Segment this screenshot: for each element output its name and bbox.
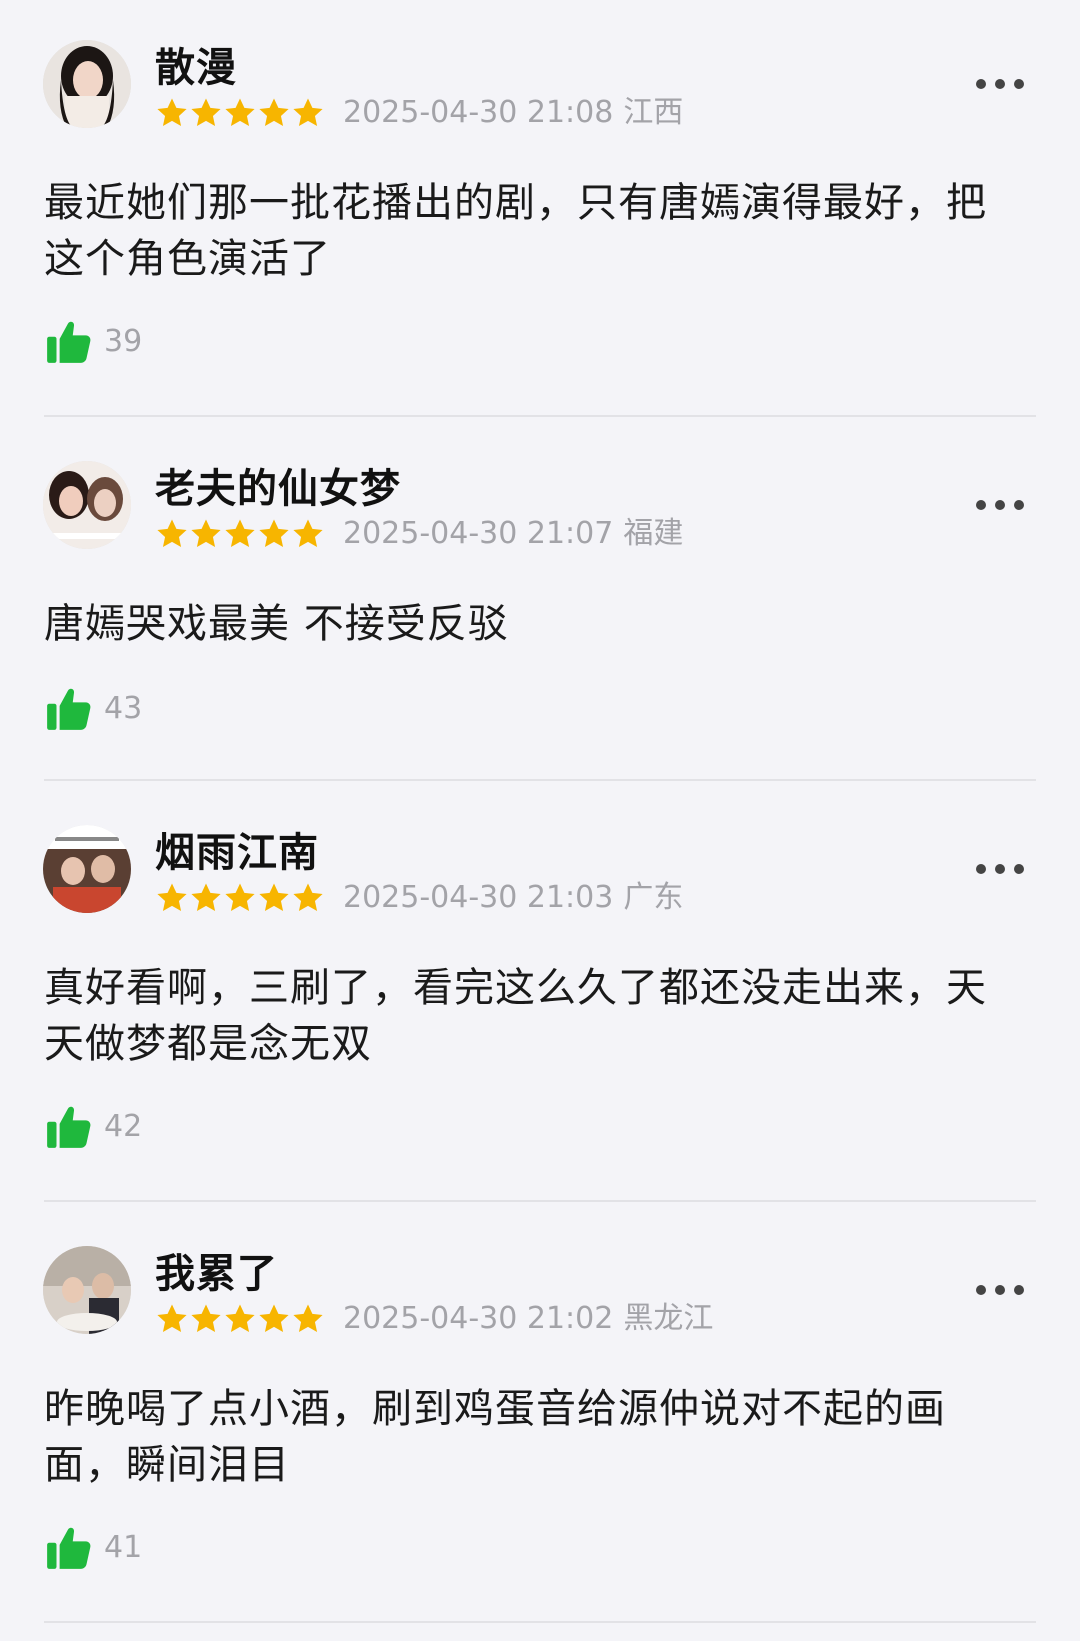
- review-meta: 2025-04-30 21:07 福建: [155, 515, 683, 553]
- location: 江西: [623, 95, 684, 130]
- star-rating: [155, 881, 325, 915]
- review-list: 散漫 2025-04-30 21:08 江西 最近她们那一批花播出的剧，只有唐嫣…: [0, 0, 1080, 1641]
- star-rating: [155, 1302, 325, 1336]
- more-horizontal-icon: [976, 79, 986, 89]
- thumbs-up-icon: [44, 1523, 94, 1573]
- like-count: 43: [104, 691, 143, 726]
- timestamp: 2025-04-30 21:08: [343, 95, 614, 130]
- more-horizontal-icon: [976, 500, 986, 510]
- star-icon: [293, 1304, 323, 1333]
- comment-text: 真好看啊，三刷了，看完这么久了都还没走出来，天天做梦都是念无双: [44, 965, 987, 1067]
- divider: [44, 415, 1036, 417]
- thumbs-up-icon: [44, 684, 94, 734]
- more-options-button[interactable]: [976, 493, 1024, 517]
- star-icon: [225, 519, 255, 548]
- review-meta: 2025-04-30 21:08 江西: [155, 94, 683, 132]
- location: 福建: [623, 516, 684, 551]
- more-options-button[interactable]: [976, 857, 1024, 881]
- avatar[interactable]: [43, 461, 131, 549]
- star-icon: [259, 519, 289, 548]
- thumbs-up-icon: [44, 317, 94, 367]
- like-button[interactable]: 41: [44, 1522, 142, 1574]
- review-meta: 2025-04-30 21:03 广东: [155, 879, 683, 917]
- star-icon: [225, 98, 255, 127]
- avatar[interactable]: [43, 825, 131, 913]
- star-icon: [225, 883, 255, 912]
- star-icon: [225, 1304, 255, 1333]
- more-horizontal-icon: [976, 864, 986, 874]
- star-icon: [157, 519, 187, 548]
- avatar[interactable]: [43, 40, 131, 128]
- star-icon: [191, 883, 221, 912]
- timestamp: 2025-04-30 21:07: [343, 516, 614, 551]
- like-count: 42: [104, 1109, 143, 1144]
- star-icon: [259, 98, 289, 127]
- divider: [44, 779, 1036, 781]
- star-icon: [191, 519, 221, 548]
- username[interactable]: 散漫: [155, 44, 237, 92]
- star-icon: [157, 1304, 187, 1333]
- location: 黑龙江: [623, 1301, 714, 1336]
- username[interactable]: 我累了: [155, 1250, 278, 1298]
- timestamp: 2025-04-30 21:03: [343, 880, 614, 915]
- like-count: 41: [104, 1530, 143, 1565]
- username[interactable]: 老夫的仙女梦: [155, 465, 401, 513]
- star-icon: [157, 883, 187, 912]
- timestamp: 2025-04-30 21:02: [343, 1301, 614, 1336]
- thumbs-up-icon: [44, 1102, 94, 1152]
- divider: [44, 1200, 1036, 1202]
- comment-text: 最近她们那一批花播出的剧，只有唐嫣演得最好，把这个角色演活了: [44, 180, 987, 282]
- star-icon: [259, 1304, 289, 1333]
- more-options-button[interactable]: [976, 72, 1024, 96]
- more-horizontal-icon: [976, 1285, 986, 1295]
- star-icon: [259, 883, 289, 912]
- review-meta: 2025-04-30 21:02 黑龙江: [155, 1300, 713, 1338]
- comment-text: 唐嫣哭戏最美 不接受反驳: [44, 601, 509, 647]
- location: 广东: [623, 880, 684, 915]
- like-button[interactable]: 39: [44, 316, 142, 368]
- like-button[interactable]: 43: [44, 683, 142, 735]
- like-count: 39: [104, 324, 143, 359]
- comment-text: 昨晚喝了点小酒，刷到鸡蛋音给源仲说对不起的画面，瞬间泪目: [44, 1386, 946, 1488]
- star-rating: [155, 517, 325, 551]
- star-icon: [293, 883, 323, 912]
- star-icon: [293, 98, 323, 127]
- like-button[interactable]: 42: [44, 1101, 142, 1153]
- star-icon: [157, 98, 187, 127]
- star-icon: [191, 1304, 221, 1333]
- more-options-button[interactable]: [976, 1278, 1024, 1302]
- star-icon: [191, 98, 221, 127]
- divider: [44, 1621, 1036, 1623]
- username[interactable]: 烟雨江南: [155, 829, 319, 877]
- avatar[interactable]: [43, 1246, 131, 1334]
- star-icon: [293, 519, 323, 548]
- star-rating: [155, 96, 325, 130]
